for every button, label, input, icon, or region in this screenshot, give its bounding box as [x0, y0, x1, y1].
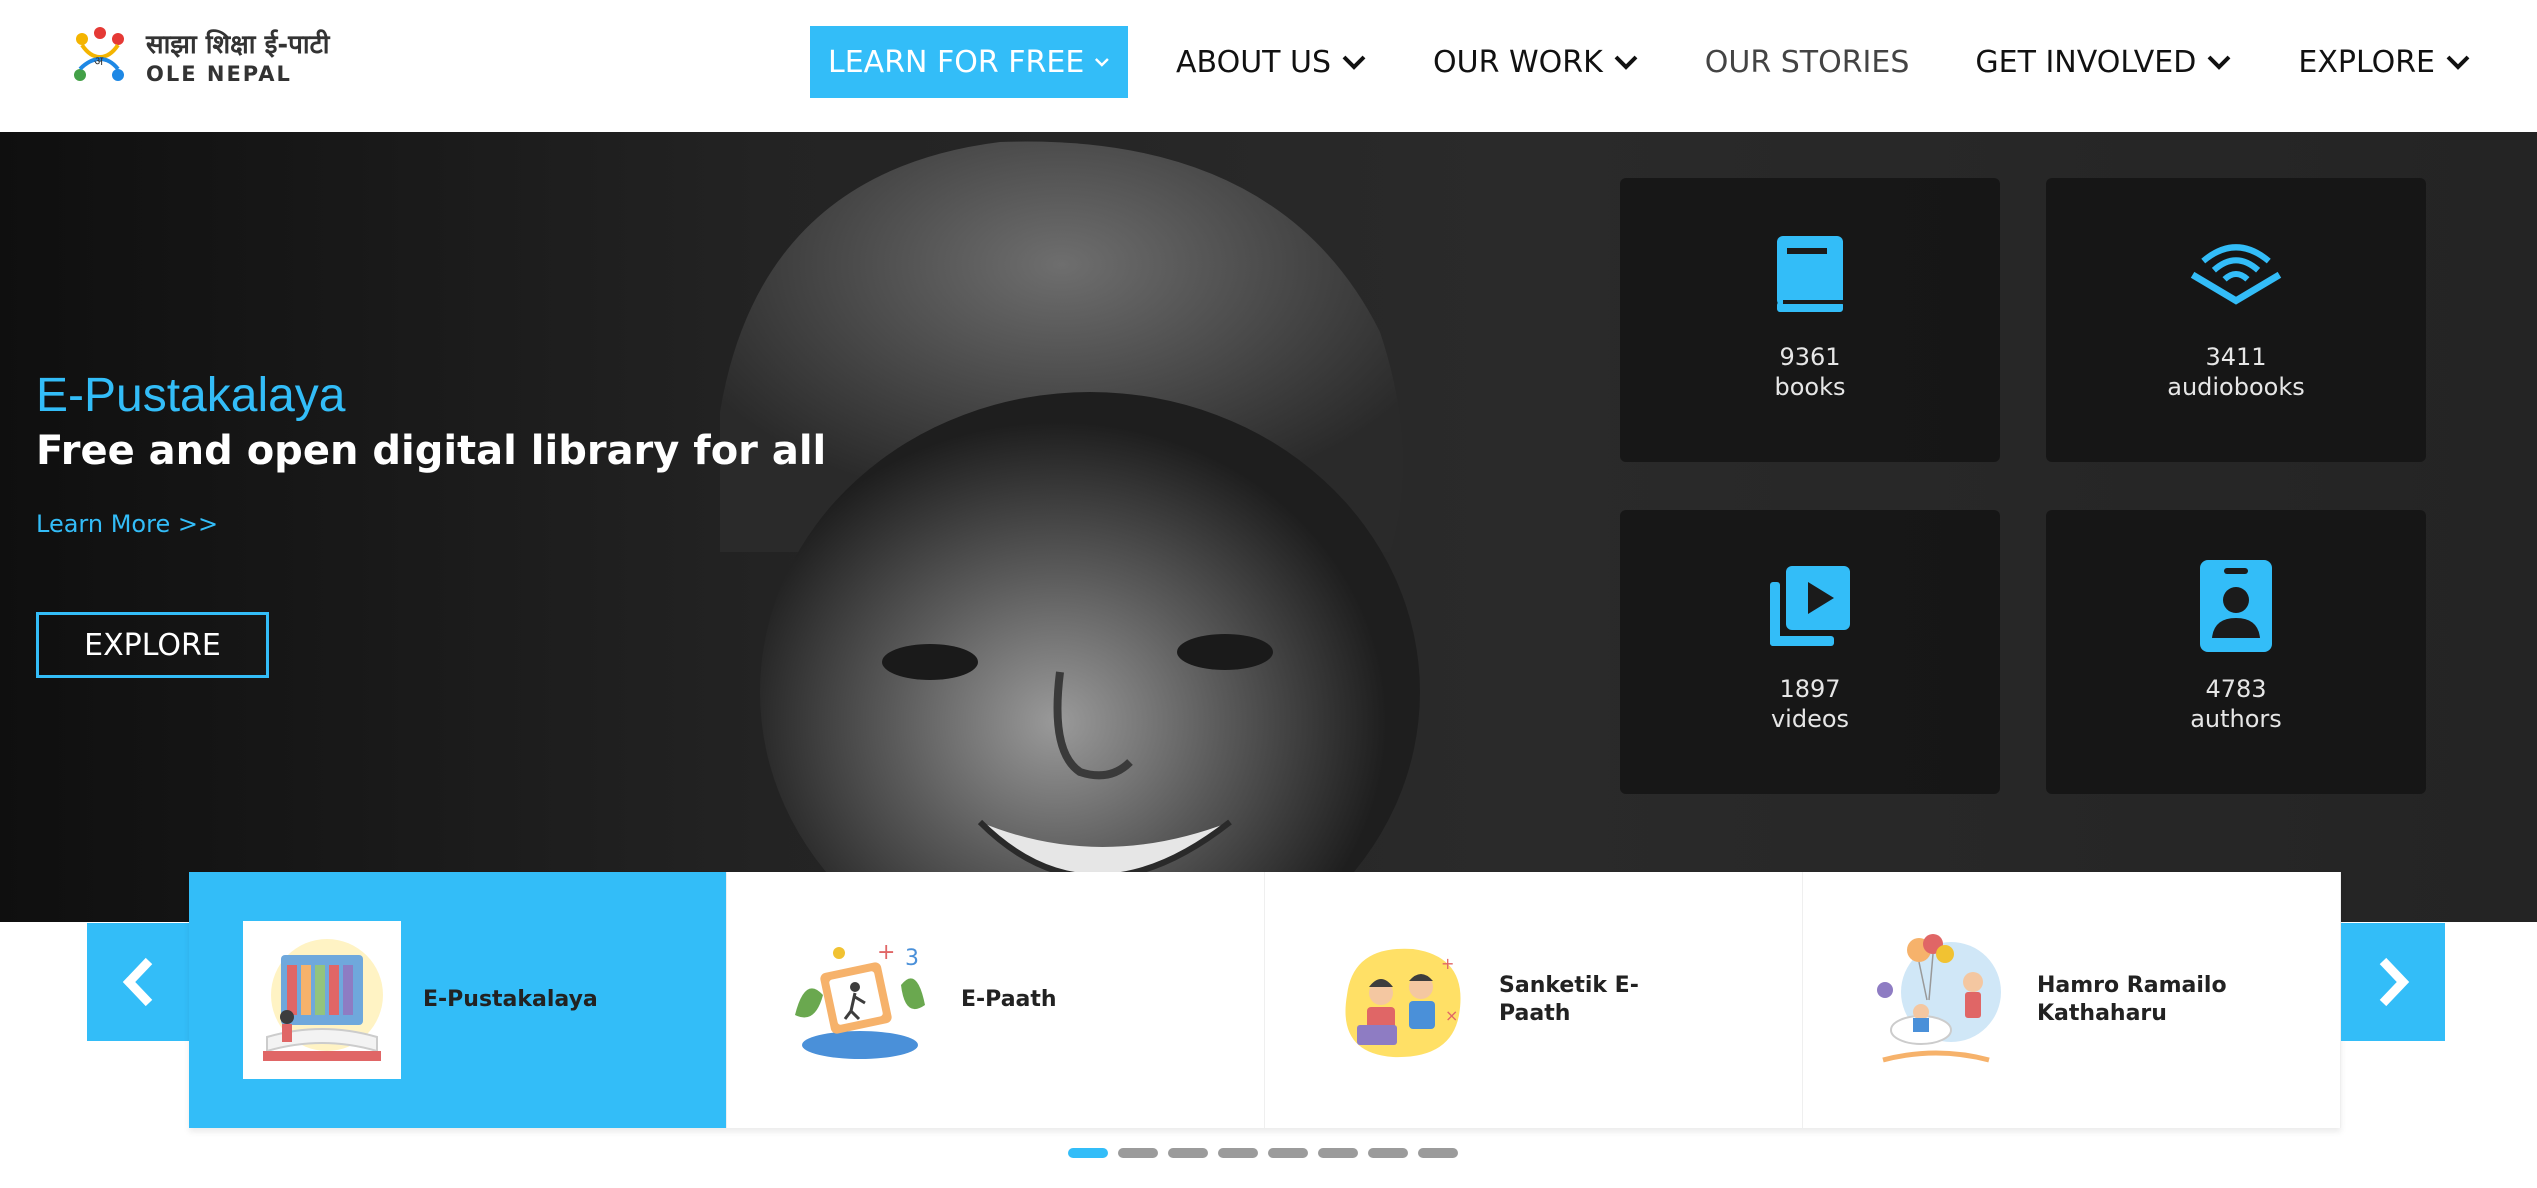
svg-text:×: ×	[1445, 1006, 1458, 1025]
nav-label: ABOUT US	[1176, 44, 1332, 80]
book-icon	[1762, 226, 1858, 322]
hero-subtitle: Free and open digital library for all	[36, 428, 827, 474]
card-label: Sanketik E-Paath	[1499, 973, 1639, 1026]
video-icon	[1762, 558, 1858, 654]
stat-card-authors[interactable]: 4783 authors	[2046, 510, 2426, 794]
carousel-dot[interactable]	[1068, 1148, 1108, 1158]
carousel-dot[interactable]	[1418, 1148, 1458, 1158]
e-paath-illustration-icon: + 3	[781, 921, 939, 1079]
carousel-prev-button[interactable]	[87, 923, 191, 1041]
learn-more-link[interactable]: Learn More >>	[36, 510, 218, 538]
carousel-dot[interactable]	[1318, 1148, 1358, 1158]
nav-label: OUR WORK	[1433, 44, 1603, 80]
author-icon	[2188, 558, 2284, 654]
carousel-track: E-Pustakalaya + 3 E-Paath + × Sanketik E…	[189, 872, 2341, 1128]
site-header: अ साझा शिक्षा ई-पाटी OLE NEPAL LEARN FOR…	[0, 0, 2537, 132]
chevron-down-icon	[1342, 55, 1366, 70]
carousel-next-button[interactable]	[2341, 923, 2445, 1041]
logo[interactable]: अ साझा शिक्षा ई-पाटी OLE NEPAL	[68, 22, 358, 94]
chevron-down-icon	[1614, 55, 1638, 70]
explore-button[interactable]: EXPLORE	[36, 612, 269, 678]
chevron-left-icon	[122, 957, 153, 1007]
nav-label: LEARN FOR FREE	[828, 44, 1085, 80]
carousel-card-hamro-ramailo-kathaharu[interactable]: Hamro Ramailo Kathaharu	[1803, 872, 2341, 1128]
main-nav: LEARN FOR FREE ABOUT US OUR WORK OUR STO…	[810, 26, 2471, 98]
page: अ साझा शिक्षा ई-पाटी OLE NEPAL LEARN FOR…	[0, 0, 2537, 1188]
story-illustration-icon	[1857, 921, 2015, 1079]
stat-label: videos	[1770, 705, 1850, 733]
svg-text:+: +	[1441, 954, 1454, 973]
carousel-pagination	[1068, 1148, 1468, 1158]
stat-card-videos[interactable]: 1897 videos	[1620, 510, 2000, 794]
logo-text: साझा शिक्षा ई-पाटी OLE NEPAL	[146, 29, 330, 87]
stat-label: authors	[2190, 705, 2282, 733]
stat-value: 1897	[1779, 675, 1841, 703]
nav-our-stories[interactable]: OUR STORIES	[1705, 26, 1910, 98]
chevron-right-icon	[2379, 957, 2410, 1007]
stat-value: 9361	[1779, 343, 1841, 371]
stat-card-audiobooks[interactable]: 3411 audiobooks	[2046, 178, 2426, 462]
stat-value: 3411	[2205, 343, 2267, 371]
card-label: Hamro Ramailo Kathaharu	[2037, 973, 2227, 1026]
hero-banner: E-Pustakalaya Free and open digital libr…	[0, 132, 2537, 922]
svg-text:3: 3	[905, 946, 919, 971]
card-label: E-Paath	[961, 987, 1057, 1012]
carousel-dot[interactable]	[1168, 1148, 1208, 1158]
carousel-card-e-pustakalaya[interactable]: E-Pustakalaya	[189, 872, 727, 1128]
card-label: E-Pustakalaya	[423, 987, 598, 1012]
stat-card-books[interactable]: 9361 books	[1620, 178, 2000, 462]
nav-label: OUR STORIES	[1704, 44, 1910, 80]
explore-button-label: EXPLORE	[84, 627, 221, 663]
carousel-card-e-paath[interactable]: + 3 E-Paath	[727, 872, 1265, 1128]
hero-title: E-Pustakalaya	[36, 369, 346, 422]
carousel-dot[interactable]	[1268, 1148, 1308, 1158]
nav-label: EXPLORE	[2298, 44, 2436, 80]
stat-value: 4783	[2205, 675, 2267, 703]
svg-text:अ: अ	[94, 54, 104, 68]
logo-latin: OLE NEPAL	[146, 62, 292, 86]
stat-label: audiobooks	[2167, 373, 2305, 401]
carousel-dot[interactable]	[1218, 1148, 1258, 1158]
svg-text:+: +	[877, 940, 895, 965]
chevron-down-icon	[2446, 55, 2470, 70]
nav-explore[interactable]: EXPLORE	[2298, 26, 2471, 98]
logo-mark-icon: अ	[74, 27, 124, 81]
nav-learn-for-free[interactable]: LEARN FOR FREE	[810, 26, 1128, 98]
nav-our-work[interactable]: OUR WORK	[1433, 26, 1639, 98]
nav-label: GET INVOLVED	[1975, 44, 2197, 80]
chevron-down-icon	[2207, 55, 2231, 70]
chevron-down-icon	[1095, 58, 1110, 67]
nav-get-involved[interactable]: GET INVOLVED	[1975, 26, 2232, 98]
audiobook-icon	[2188, 226, 2284, 322]
logo-devanagari: साझा शिक्षा ई-पाटी	[146, 30, 330, 60]
carousel-card-sanketik-e-paath[interactable]: + × Sanketik E-Paath	[1265, 872, 1803, 1128]
library-illustration-icon	[243, 921, 401, 1079]
carousel-dot[interactable]	[1368, 1148, 1408, 1158]
nav-about-us[interactable]: ABOUT US	[1176, 26, 1367, 98]
carousel-dot[interactable]	[1118, 1148, 1158, 1158]
stat-label: books	[1774, 373, 1846, 401]
sanketik-illustration-icon: + ×	[1319, 921, 1477, 1079]
